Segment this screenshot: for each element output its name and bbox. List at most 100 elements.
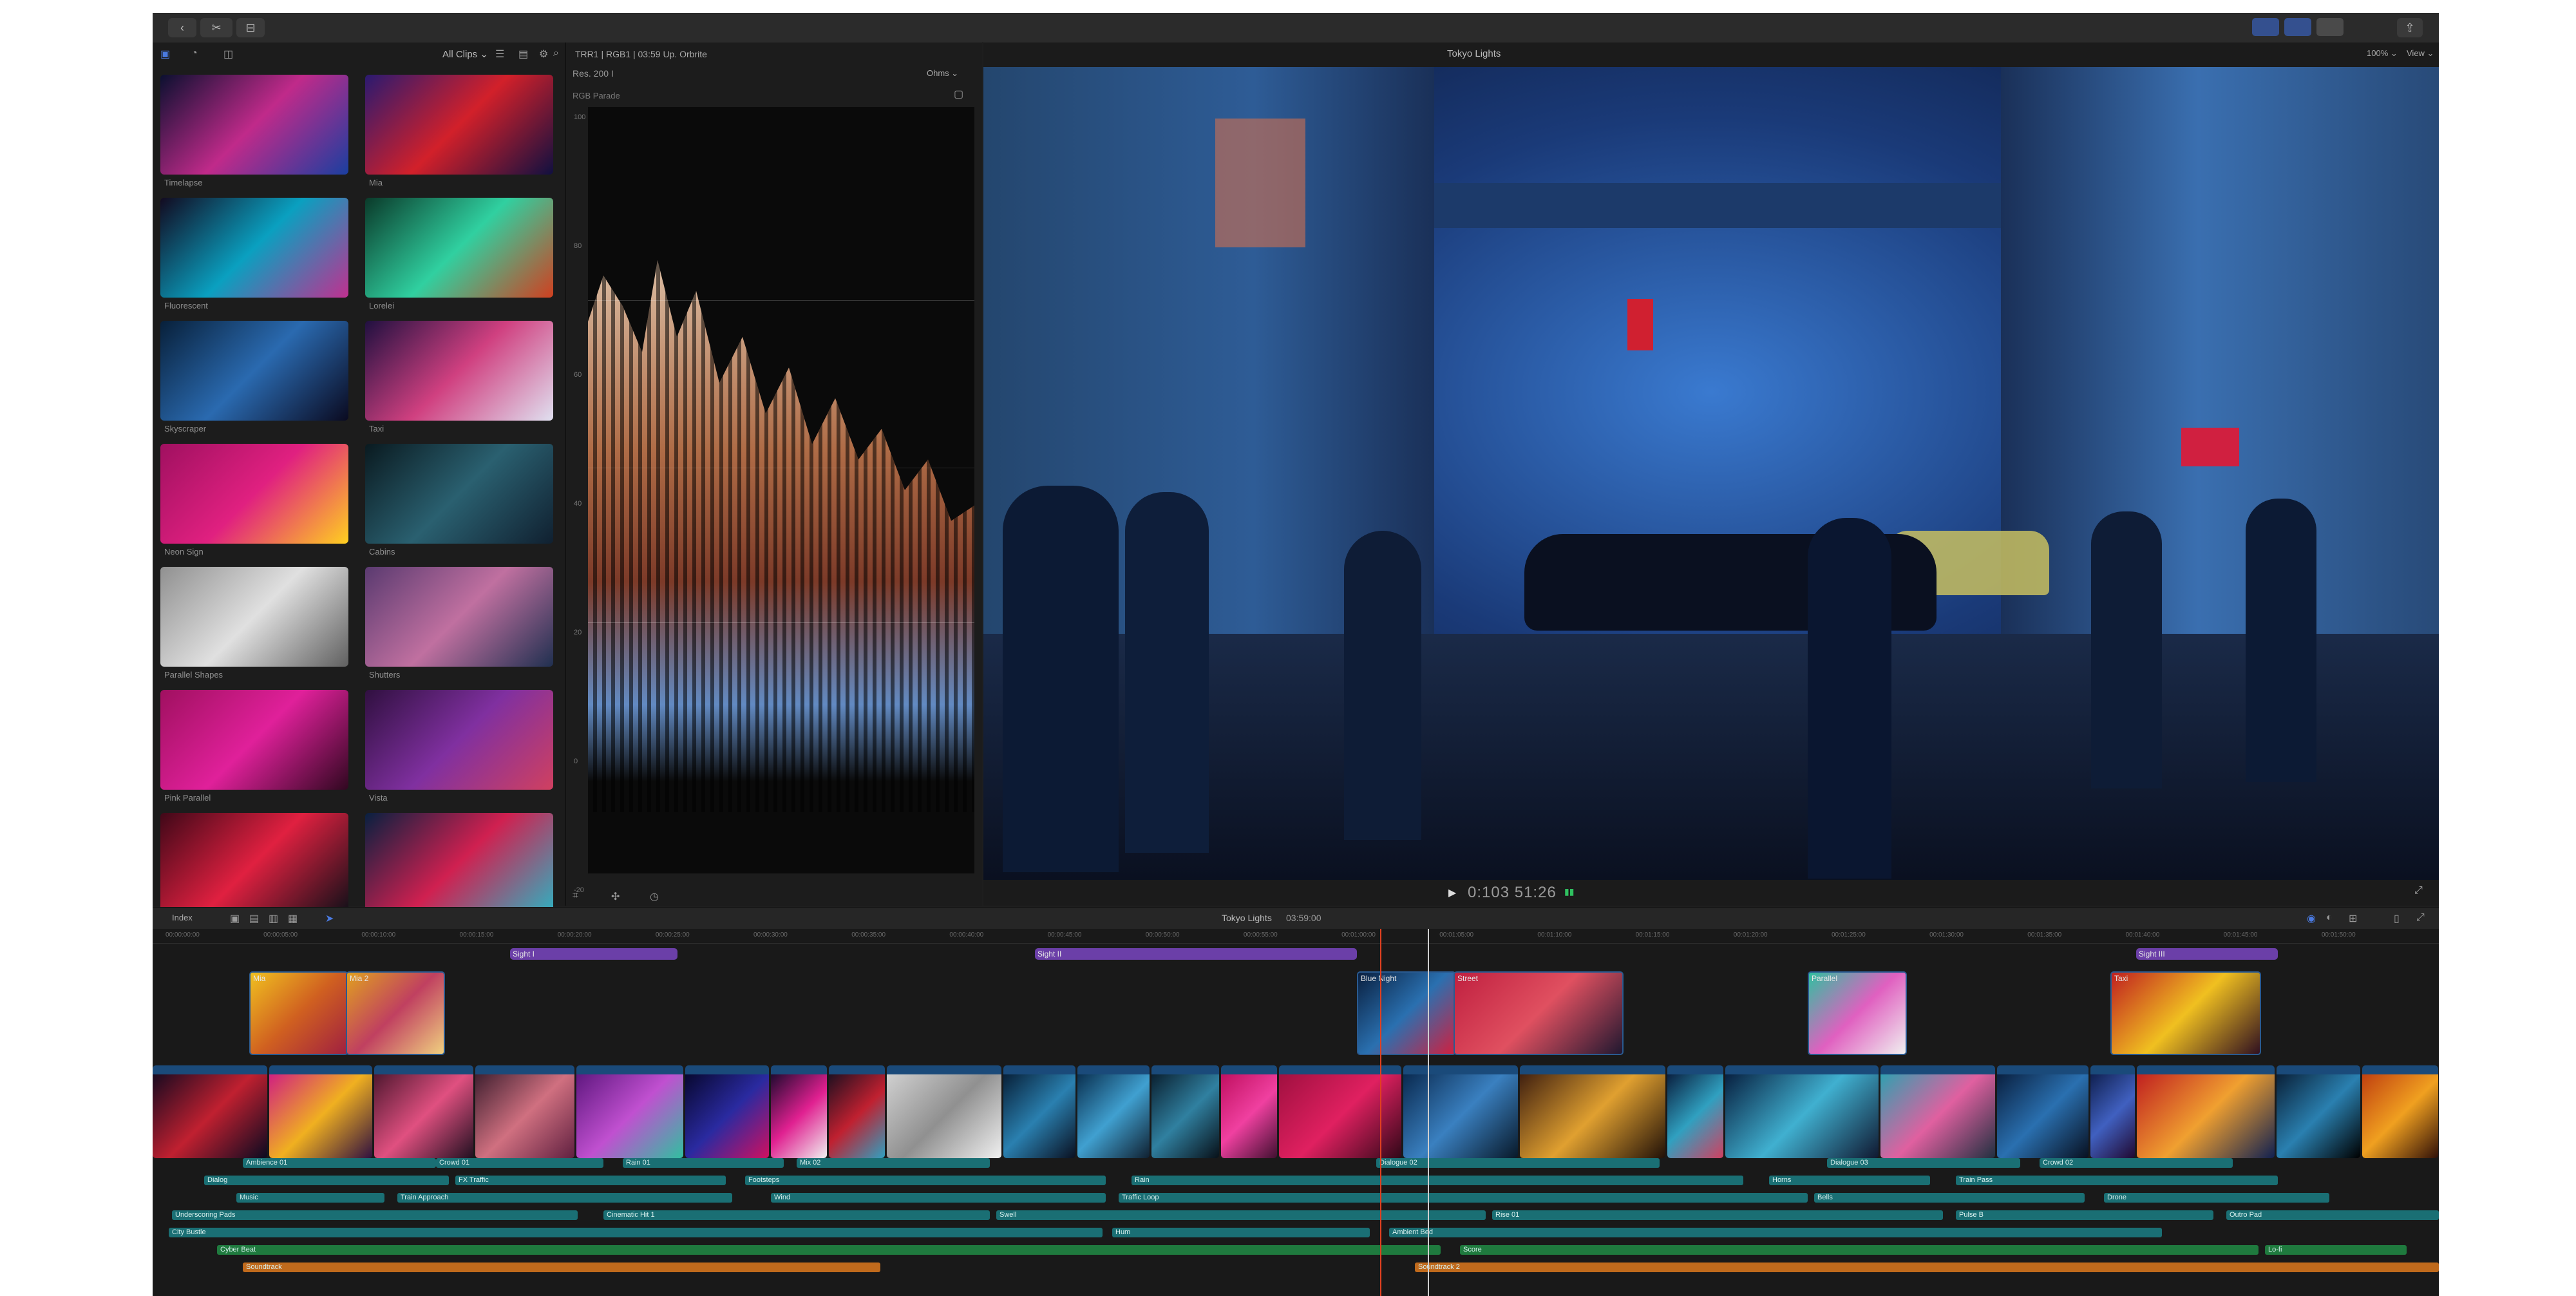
primary-clip[interactable]: Laser Club xyxy=(576,1065,683,1158)
zoom-menu[interactable]: 100% ⌄ xyxy=(2367,48,2398,59)
browser-clip-thumbnail[interactable] xyxy=(160,444,348,544)
playhead[interactable] xyxy=(1428,929,1429,1296)
primary-clip[interactable]: Shadow xyxy=(2277,1065,2360,1158)
audio-clip[interactable]: Music xyxy=(236,1193,384,1203)
overwrite-icon[interactable]: ▦ xyxy=(288,912,298,925)
browser-clip-thumbnail[interactable] xyxy=(160,198,348,298)
audio-clip[interactable]: Drone xyxy=(2104,1193,2329,1203)
audio-clip[interactable]: Soundtrack 2 xyxy=(1415,1263,2439,1272)
primary-clip[interactable]: Glow xyxy=(771,1065,827,1158)
view-menu[interactable]: View ⌄ xyxy=(2407,48,2434,59)
audio-clip[interactable]: Bells xyxy=(1814,1193,2085,1203)
audio-clip[interactable]: Wind xyxy=(771,1193,1106,1203)
audio-clip[interactable]: City Bustle xyxy=(169,1228,1103,1237)
insert-icon[interactable]: ▥ xyxy=(269,912,278,925)
audio-clip[interactable]: Soundtrack xyxy=(243,1263,880,1272)
primary-clip[interactable]: Lights xyxy=(829,1065,885,1158)
library-icon[interactable]: ▣ xyxy=(160,48,170,61)
clip-filter-menu[interactable]: All Clips ⌄ xyxy=(442,48,488,60)
search-icon[interactable]: ⌕ xyxy=(553,48,559,59)
play-button[interactable]: ▶ xyxy=(1448,886,1456,899)
select-tool-icon[interactable]: ➤ xyxy=(325,912,334,925)
audio-clip[interactable]: Ambience 01 xyxy=(243,1158,436,1168)
audio-clip[interactable]: Ambient Bed xyxy=(1389,1228,2162,1237)
settings-icon[interactable]: ⚙ xyxy=(539,48,548,61)
browser-clip-thumbnail[interactable] xyxy=(160,75,348,175)
snapping-icon[interactable]: ⊞ xyxy=(2349,912,2357,925)
audio-clip[interactable]: Dialog xyxy=(204,1176,449,1185)
primary-clip[interactable]: Neon Arcade xyxy=(1880,1065,1995,1158)
fullscreen-icon[interactable]: ⤢ xyxy=(2414,885,2423,897)
primary-clip[interactable]: Taxi Sign xyxy=(2137,1065,2275,1158)
speed-tool-icon[interactable]: ◷ xyxy=(650,890,659,903)
photos-icon[interactable]: ◔ xyxy=(191,48,198,59)
primary-clip[interactable]: Alley xyxy=(153,1065,267,1158)
browser-clip-thumbnail[interactable] xyxy=(160,321,348,421)
audio-clip[interactable]: Dialogue 02 xyxy=(1376,1158,1660,1168)
audio-clip[interactable]: Footsteps xyxy=(745,1176,1106,1185)
audio-clip[interactable]: Score xyxy=(1460,1245,2259,1255)
layout-3-icon[interactable] xyxy=(2316,18,2344,36)
browser-clip-thumbnail[interactable] xyxy=(160,813,348,913)
browser-clip-thumbnail[interactable] xyxy=(365,567,553,667)
solo-icon[interactable]: ◐ xyxy=(2326,912,2333,924)
primary-clip[interactable]: Lanterns xyxy=(2362,1065,2438,1158)
primary-clip[interactable]: Pink Parallel xyxy=(1279,1065,1401,1158)
connected-clip[interactable]: Street xyxy=(1454,971,1624,1055)
title-clip[interactable]: Sight I xyxy=(510,948,677,960)
primary-clip[interactable]: Skyline xyxy=(1725,1065,1879,1158)
audio-clip[interactable]: Pulse B xyxy=(1956,1210,2213,1220)
primary-clip[interactable]: Night Market xyxy=(1520,1065,1665,1158)
title-clip[interactable]: Sight III xyxy=(2136,948,2278,960)
primary-clip[interactable]: Crossing xyxy=(1403,1065,1518,1158)
crop-tool-icon[interactable]: ⌗ xyxy=(573,890,578,902)
primary-clip[interactable]: Vortex xyxy=(685,1065,769,1158)
clip-appearance-icon[interactable]: ▣ xyxy=(230,912,240,925)
primary-clip[interactable]: Cabins xyxy=(1151,1065,1219,1158)
audio-clip[interactable]: Horns xyxy=(1769,1176,1930,1185)
title-clip[interactable]: Sight II xyxy=(1035,948,1357,960)
audio-clip[interactable]: Cinematic Hit 1 xyxy=(603,1210,990,1220)
cut-tool-button[interactable]: ✂ xyxy=(200,18,232,37)
browser-clip-thumbnail[interactable] xyxy=(365,813,553,913)
audio-clip[interactable]: Mix 02 xyxy=(797,1158,990,1168)
browser-clip-thumbnail[interactable] xyxy=(160,690,348,790)
audio-clip[interactable]: Train Pass xyxy=(1956,1176,2278,1185)
primary-clip[interactable]: Blue St xyxy=(1003,1065,1075,1158)
import-button[interactable]: ⊟ xyxy=(236,18,265,37)
audio-clip[interactable]: Train Approach xyxy=(397,1193,732,1203)
audio-clip[interactable]: Crowd 02 xyxy=(2040,1158,2233,1168)
primary-clip[interactable]: Dusk xyxy=(2090,1065,2135,1158)
primary-clip[interactable]: Tower xyxy=(1077,1065,1150,1158)
audio-clip[interactable]: Swell xyxy=(996,1210,1486,1220)
append-icon[interactable]: ▤ xyxy=(249,912,259,925)
audio-clip[interactable]: Rain 01 xyxy=(623,1158,784,1168)
audio-clip[interactable]: Cyber Beat xyxy=(217,1245,1441,1255)
filmstrip-view-icon[interactable]: ▤ xyxy=(518,48,528,61)
scope-mode-menu[interactable]: Ohms ⌄ xyxy=(927,68,958,79)
audio-clip[interactable]: Rain xyxy=(1132,1176,1743,1185)
connected-clip[interactable]: Mia xyxy=(249,971,348,1055)
audio-clip[interactable]: Traffic Loop xyxy=(1119,1193,1808,1203)
timeline-index-button[interactable]: Index xyxy=(172,913,193,922)
scope-settings-icon[interactable]: ▢ xyxy=(954,88,963,100)
connected-clip[interactable]: Taxi xyxy=(2110,971,2261,1055)
connected-clip[interactable]: Blue Night xyxy=(1357,971,1456,1055)
audio-clip[interactable]: Underscoring Pads xyxy=(172,1210,578,1220)
primary-clip[interactable]: Mia Laugh xyxy=(475,1065,574,1158)
audio-clip[interactable]: Hum xyxy=(1112,1228,1370,1237)
browser-clip-thumbnail[interactable] xyxy=(365,75,553,175)
connected-clip[interactable]: Mia 2 xyxy=(346,971,445,1055)
primary-clip[interactable]: Swirl xyxy=(887,1065,1001,1158)
timeline-settings-icon[interactable]: ▯ xyxy=(2394,912,2400,925)
primary-clip[interactable]: Silhouettes xyxy=(1997,1065,2088,1158)
audio-clip[interactable]: Crowd 01 xyxy=(436,1158,603,1168)
list-view-icon[interactable]: ☰ xyxy=(495,48,504,61)
share-icon[interactable]: ⇪ xyxy=(2397,18,2423,37)
audio-skimming-icon[interactable]: ◉ xyxy=(2307,912,2316,925)
audio-clip[interactable]: Dialogue 03 xyxy=(1827,1158,2020,1168)
primary-clip[interactable]: Lorelei xyxy=(374,1065,473,1158)
audio-clip[interactable]: Outro Pad xyxy=(2226,1210,2439,1220)
audio-clip[interactable]: Lo-fi xyxy=(2265,1245,2407,1255)
primary-clip[interactable]: Arcade xyxy=(1221,1065,1277,1158)
